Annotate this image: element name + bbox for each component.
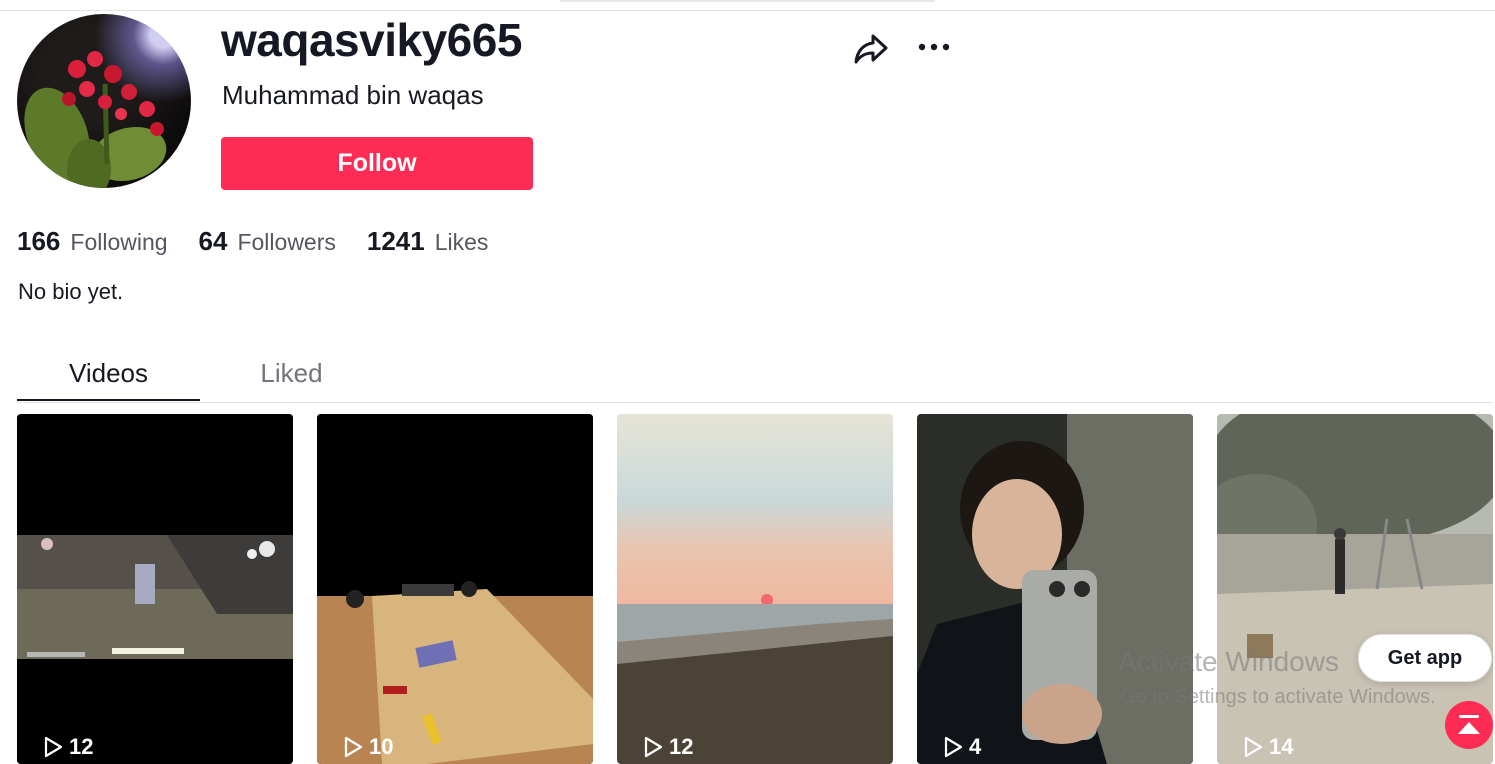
- play-outline-icon: [344, 736, 363, 758]
- video-thumbnail[interactable]: 12: [17, 414, 293, 764]
- stat-value: 64: [198, 226, 228, 256]
- follow-button[interactable]: Follow: [221, 137, 533, 190]
- profile-username: waqasviky665: [221, 14, 522, 66]
- video-thumbnail-image: [617, 414, 893, 764]
- video-thumbnail-image: [917, 414, 1193, 764]
- video-views-count: 12: [669, 734, 694, 759]
- stat-label: Followers: [237, 229, 336, 255]
- video-thumbnail-image: [317, 414, 593, 764]
- play-outline-icon: [644, 736, 663, 758]
- stat-label: Following: [70, 229, 168, 255]
- arrow-up-to-top-icon: [1458, 715, 1480, 734]
- share-arrow-icon: [854, 34, 888, 64]
- stat-likes: 1241 Likes: [367, 226, 489, 257]
- stat-label: Likes: [434, 229, 489, 255]
- video-thumbnail[interactable]: 4: [917, 414, 1193, 764]
- stat-value: 166: [17, 226, 61, 256]
- video-thumbnail-image: [17, 414, 293, 764]
- video-views: 14: [1243, 734, 1293, 760]
- video-views: 12: [643, 734, 693, 760]
- play-outline-icon: [1244, 736, 1263, 758]
- profile-stats: 166 Following 64 Followers 1241 Likes: [17, 226, 519, 260]
- share-button[interactable]: [852, 30, 890, 68]
- tab-videos[interactable]: Videos: [17, 345, 200, 401]
- top-search-bar-edge: [560, 0, 935, 2]
- avatar[interactable]: [17, 14, 191, 188]
- play-outline-icon: [944, 736, 963, 758]
- stat-value: 1241: [366, 226, 425, 256]
- stat-followers[interactable]: 64 Followers: [199, 226, 336, 257]
- video-views-count: 10: [369, 734, 394, 759]
- more-options-button[interactable]: [914, 30, 954, 64]
- profile-nickname: Muhammad bin waqas: [222, 80, 484, 110]
- scroll-to-top-button[interactable]: [1445, 701, 1493, 749]
- video-views-count: 12: [69, 734, 94, 759]
- ellipsis-icon: [918, 43, 950, 51]
- tab-liked[interactable]: Liked: [200, 345, 383, 401]
- play-outline-icon: [44, 736, 63, 758]
- avatar-flower-image: [24, 51, 167, 188]
- video-thumbnail[interactable]: 12: [617, 414, 893, 764]
- video-views-count: 14: [1269, 734, 1294, 759]
- top-divider: [0, 10, 1495, 11]
- profile-bio: No bio yet.: [18, 279, 124, 304]
- video-views-count: 4: [969, 734, 982, 759]
- video-views: 4: [943, 734, 981, 760]
- activation-watermark-subtitle: Go to Settings to activate Windows.: [1120, 686, 1436, 708]
- video-views: 10: [343, 734, 393, 760]
- profile-tabs: Videos Liked: [17, 345, 1493, 403]
- stat-following[interactable]: 166 Following: [17, 226, 168, 257]
- video-thumbnail[interactable]: 10: [317, 414, 593, 764]
- activation-watermark-title: Activate Windows: [1118, 646, 1339, 677]
- video-views: 12: [43, 734, 93, 760]
- get-app-button[interactable]: Get app: [1358, 634, 1492, 682]
